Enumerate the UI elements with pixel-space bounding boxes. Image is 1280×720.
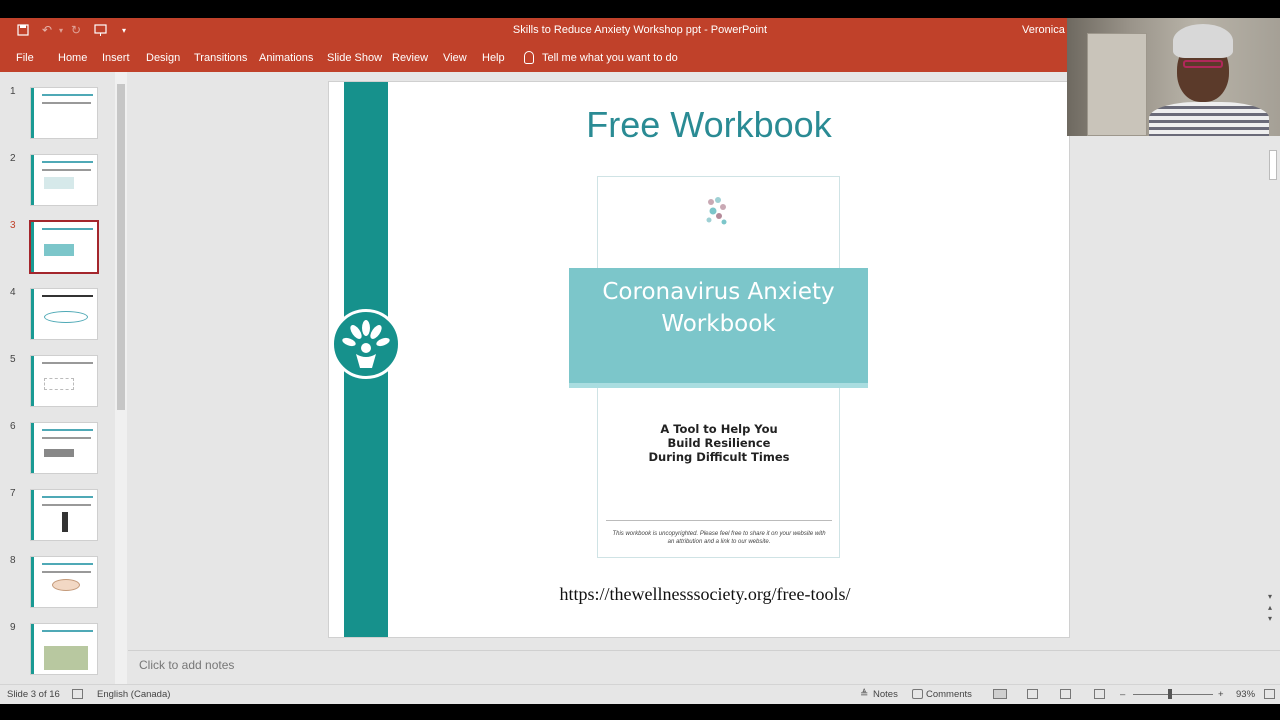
slide-scrollbar-thumb[interactable] — [1269, 150, 1277, 180]
slide-counter: Slide 3 of 16 — [7, 689, 60, 700]
slide-nav-arrows[interactable]: ▾ ▴ ▾ — [1268, 591, 1278, 624]
slide-thumbnail-pane: 1 2 3 4 5 6 7 8 9 — [0, 72, 128, 684]
comments-toggle[interactable]: Comments — [926, 689, 972, 700]
tab-slide-show[interactable]: Slide Show — [327, 52, 382, 64]
tab-file[interactable]: File — [16, 52, 34, 64]
normal-view-icon[interactable] — [993, 689, 1007, 699]
workbook-subtitle: A Tool to Help You Build Resilience Duri… — [648, 422, 790, 464]
tab-home[interactable]: Home — [58, 52, 87, 64]
slide-thumbnail-2[interactable] — [31, 155, 97, 205]
slide-title[interactable]: Free Workbook — [509, 104, 909, 146]
slide-sorter-icon[interactable] — [1027, 689, 1038, 699]
top-black-bar — [0, 0, 1280, 18]
comments-icon[interactable] — [912, 689, 923, 699]
thumbnail-number: 3 — [10, 220, 16, 231]
thumbnail-number: 8 — [10, 555, 16, 566]
spelling-check-icon[interactable] — [72, 689, 83, 699]
tab-help[interactable]: Help — [482, 52, 505, 64]
powerpoint-window: ↶ ▾ ↻ ▾ Skills to Reduce Anxiety Worksho… — [0, 0, 1280, 720]
tab-view[interactable]: View — [443, 52, 467, 64]
workbook-divider — [606, 520, 832, 521]
thumbnail-number: 1 — [10, 86, 16, 97]
workbook-title-banner: Coronavirus Anxiety Workbook — [569, 268, 868, 388]
slide-thumbnail-4[interactable] — [31, 289, 97, 339]
notes-pane[interactable]: Click to add notes — [128, 650, 1280, 684]
notes-toggle[interactable]: Notes — [873, 689, 898, 700]
tell-me-label: Tell me what you want to do — [542, 51, 678, 64]
zoom-slider[interactable] — [1133, 694, 1213, 695]
tab-review[interactable]: Review — [392, 52, 428, 64]
tab-design[interactable]: Design — [146, 52, 180, 64]
thumbnail-number: 7 — [10, 488, 16, 499]
thumbnail-scrollbar-thumb[interactable] — [117, 84, 125, 410]
status-bar: Slide 3 of 16 English (Canada) ≜ Notes C… — [0, 684, 1280, 704]
workbook-fineprint: This workbook is uncopyrighted. Please f… — [612, 531, 826, 545]
zoom-slider-handle[interactable] — [1168, 689, 1172, 699]
slide-thumbnail-5[interactable] — [31, 356, 97, 406]
tab-insert[interactable]: Insert — [102, 52, 130, 64]
zoom-level[interactable]: 93% — [1236, 689, 1255, 700]
slide-show-icon[interactable] — [1094, 689, 1105, 699]
language-indicator[interactable]: English (Canada) — [97, 689, 170, 700]
thumbnail-number: 9 — [10, 622, 16, 633]
bottom-black-bar — [0, 704, 1280, 720]
slide-thumbnail-7[interactable] — [31, 490, 97, 540]
current-slide[interactable]: Free Workbook Coronavirus Anxiety Workbo… — [329, 82, 1069, 637]
slide-scrollbar[interactable] — [1266, 140, 1280, 634]
thumbnail-scrollbar[interactable] — [115, 72, 127, 684]
reading-view-icon[interactable] — [1060, 689, 1071, 699]
thumbnail-number: 6 — [10, 421, 16, 432]
slide-thumbnail-1[interactable] — [31, 88, 97, 138]
webcam-overlay — [1067, 18, 1280, 136]
fit-to-window-icon[interactable] — [1264, 689, 1275, 699]
notes-placeholder[interactable]: Click to add notes — [139, 658, 234, 672]
wellness-logo-icon — [331, 309, 401, 379]
workbook-logo-icon — [691, 194, 741, 234]
tab-transitions[interactable]: Transitions — [194, 52, 247, 64]
slide-thumbnail-9[interactable] — [31, 624, 97, 674]
thumbnail-number: 4 — [10, 287, 16, 298]
tab-animations[interactable]: Animations — [259, 52, 313, 64]
slide-thumbnail-8[interactable] — [31, 557, 97, 607]
zoom-out-icon[interactable]: – — [1120, 689, 1125, 700]
lightbulb-icon — [524, 51, 534, 64]
slide-thumbnail-6[interactable] — [31, 423, 97, 473]
notes-icon[interactable]: ≜ — [860, 689, 868, 700]
thumbnail-number: 2 — [10, 153, 16, 164]
thumbnail-number: 5 — [10, 354, 16, 365]
zoom-in-icon[interactable]: + — [1218, 689, 1224, 700]
slide-thumbnail-3[interactable] — [31, 222, 97, 272]
workbook-url[interactable]: https://thewellnesssociety.org/free-tool… — [479, 584, 931, 605]
tell-me-search[interactable]: Tell me what you want to do — [524, 51, 678, 64]
